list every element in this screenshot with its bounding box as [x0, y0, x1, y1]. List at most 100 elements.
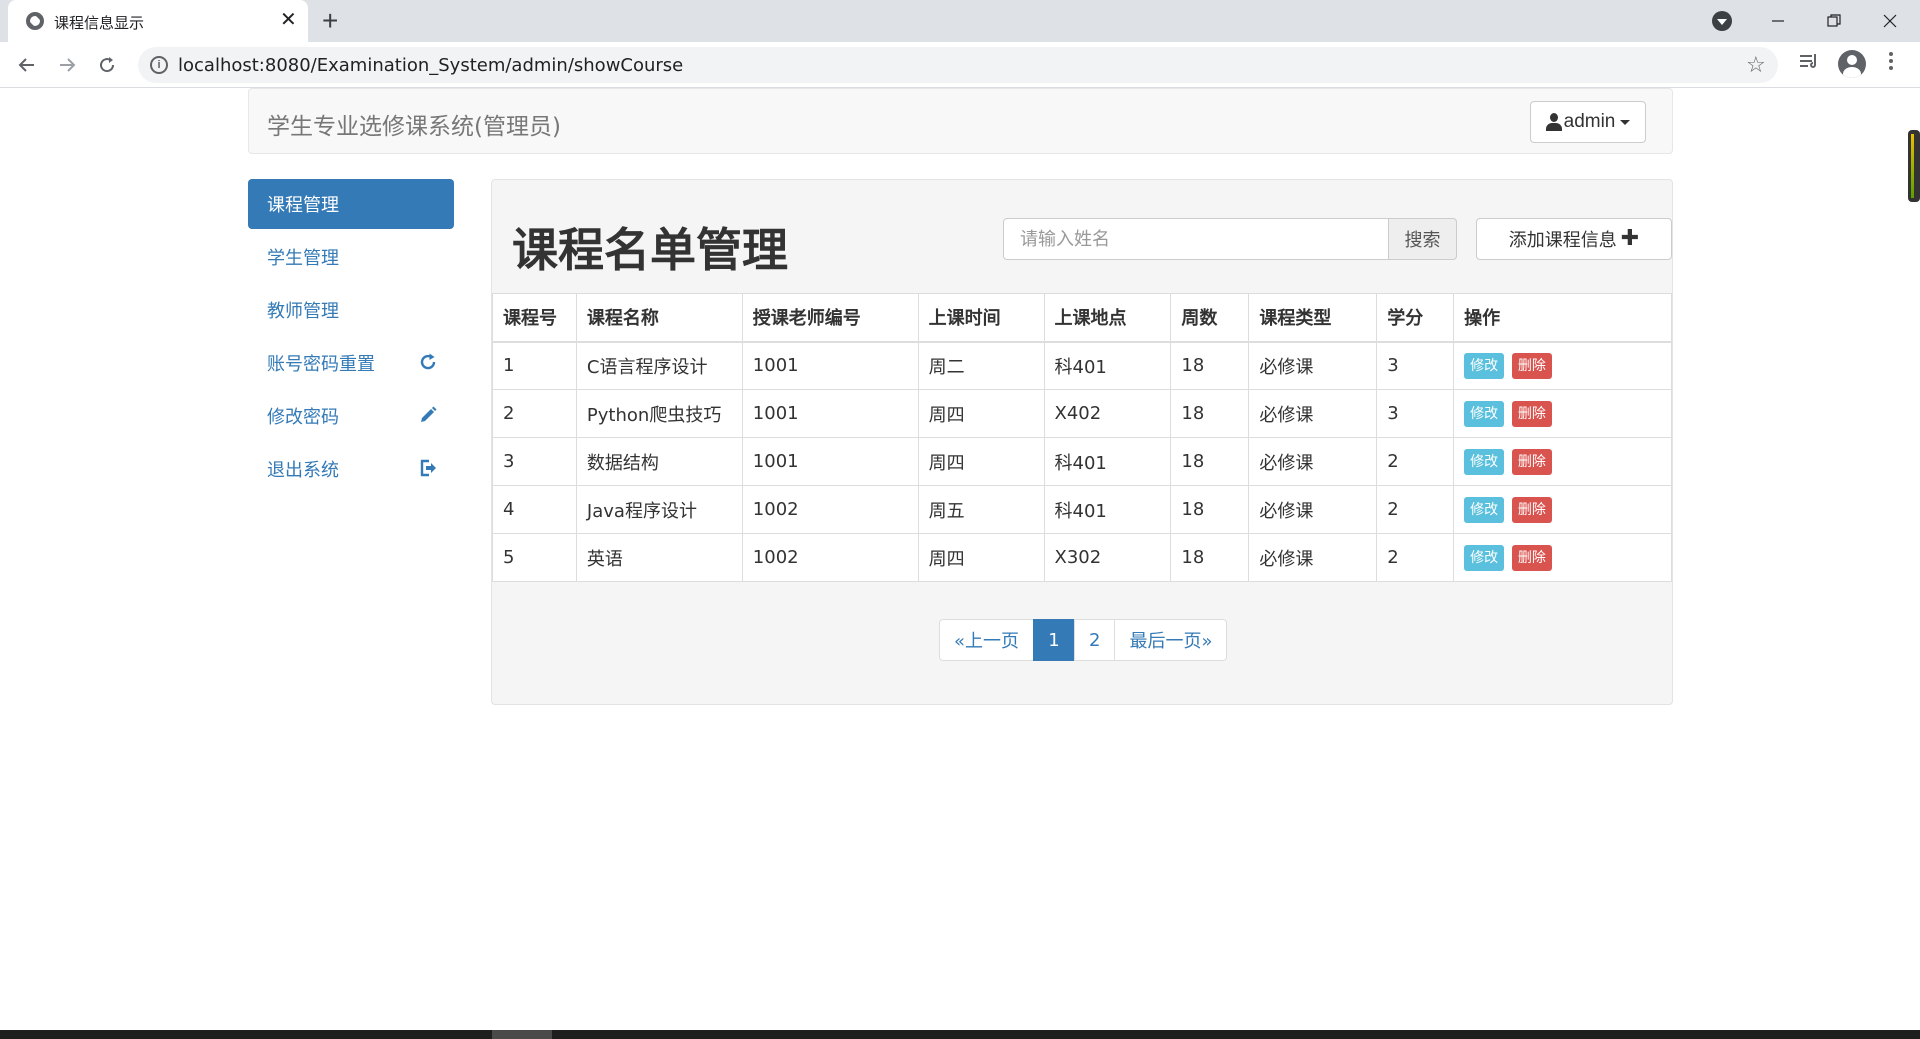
- more-menu-icon[interactable]: [1888, 50, 1894, 78]
- brand-title[interactable]: 学生专业选修课系统(管理员): [267, 107, 561, 141]
- taskbar-item[interactable]: [492, 1030, 552, 1039]
- sidebar-item-label: 退出系统: [267, 460, 339, 481]
- forward-icon[interactable]: [52, 50, 82, 80]
- url-box[interactable]: i localhost:8080/Examination_System/admi…: [138, 47, 1778, 83]
- edit-button[interactable]: 修改: [1464, 400, 1505, 427]
- pencil-icon: [418, 405, 438, 425]
- address-bar: i localhost:8080/Examination_System/admi…: [0, 42, 1920, 88]
- pagination-page-1[interactable]: 1: [1033, 619, 1076, 661]
- table-cell: 18: [1170, 341, 1250, 390]
- column-header: 课程号: [492, 293, 577, 343]
- url-text: localhost:8080/Examination_System/admin/…: [178, 55, 684, 76]
- actions-cell: 修改 删除: [1453, 341, 1672, 390]
- table-cell: 必修课: [1248, 437, 1378, 486]
- delete-button[interactable]: 删除: [1511, 352, 1552, 379]
- pagination-page-2[interactable]: 2: [1074, 619, 1116, 661]
- table-cell: 数据结构: [575, 437, 743, 486]
- table-cell: 2: [1376, 533, 1455, 582]
- table-cell: 必修课: [1248, 485, 1378, 534]
- top-navbar: 学生专业选修课系统(管理员) admin: [248, 88, 1673, 154]
- table-cell: 3: [1376, 341, 1455, 390]
- sidebar-item-teacher-management[interactable]: 教师管理: [248, 285, 454, 335]
- table-cell: 1001: [741, 389, 919, 438]
- new-tab-icon[interactable]: +: [322, 6, 338, 36]
- table-cell: 3: [492, 437, 577, 486]
- admin-dropdown-button[interactable]: admin: [1530, 101, 1646, 143]
- window-close-icon[interactable]: [1862, 0, 1918, 42]
- table-cell: 3: [1376, 389, 1455, 438]
- browser-tab-bar: 课程信息显示 ✕ +: [0, 0, 1920, 42]
- table-cell: 必修课: [1248, 533, 1378, 582]
- table-row: 5 英语 1002 周四 X302 18 必修课 2 修改 删除: [492, 533, 1672, 582]
- table-cell: 18: [1170, 485, 1250, 534]
- table-cell: 必修课: [1248, 341, 1378, 390]
- bookmark-star-icon[interactable]: ☆: [1746, 52, 1766, 78]
- table-cell: 4: [492, 485, 577, 534]
- browser-tab[interactable]: 课程信息显示 ✕: [8, 0, 308, 42]
- search-button[interactable]: 搜索: [1388, 218, 1457, 260]
- edit-button[interactable]: 修改: [1464, 496, 1505, 523]
- column-header: 学分: [1376, 293, 1455, 343]
- sidebar-item-student-management[interactable]: 学生管理: [248, 232, 454, 282]
- sidebar-item-course-management[interactable]: 课程管理: [248, 179, 454, 229]
- delete-button[interactable]: 删除: [1511, 496, 1552, 523]
- table-header-row: 课程号 课程名称 授课老师编号 上课时间 上课地点 周数 课程类型 学分 操作: [492, 293, 1672, 343]
- table-cell: 2: [492, 389, 577, 438]
- tab-search-icon[interactable]: [1712, 11, 1732, 31]
- back-icon[interactable]: [12, 50, 42, 80]
- pagination-last[interactable]: 最后一页»: [1114, 619, 1228, 661]
- column-header: 上课时间: [917, 293, 1045, 343]
- table-cell: C语言程序设计: [575, 341, 743, 390]
- column-header: 上课地点: [1043, 293, 1172, 343]
- table-cell: 英语: [575, 533, 743, 582]
- globe-icon: [26, 12, 44, 30]
- table-cell: 周二: [917, 341, 1045, 390]
- table-cell: 18: [1170, 389, 1250, 438]
- caret-down-icon: [1620, 119, 1631, 125]
- table-row: 2 Python爬虫技巧 1001 周四 X402 18 必修课 3 修改 删除: [492, 389, 1672, 438]
- user-icon: [1545, 113, 1562, 131]
- close-icon[interactable]: ✕: [280, 9, 297, 31]
- add-course-label: 添加课程信息: [1508, 230, 1617, 251]
- course-table: 课程号 课程名称 授课老师编号 上课时间 上课地点 周数 课程类型 学分 操作 …: [492, 293, 1672, 582]
- sidebar-item-logout[interactable]: 退出系统: [248, 444, 454, 494]
- minimize-icon[interactable]: [1750, 0, 1806, 42]
- tab-title: 课程信息显示: [54, 14, 145, 32]
- table-cell: 18: [1170, 533, 1250, 582]
- plus-icon: ✚: [1620, 226, 1640, 251]
- media-control-icon[interactable]: [1798, 50, 1820, 78]
- sidebar-item-password-reset[interactable]: 账号密码重置: [248, 338, 454, 388]
- page-title: 课程名单管理: [512, 223, 788, 277]
- edit-button[interactable]: 修改: [1464, 352, 1505, 379]
- table-cell: 1002: [741, 533, 919, 582]
- pagination: «上一页 1 2 最后一页»: [939, 619, 1228, 661]
- search-group: 搜索: [1003, 218, 1457, 260]
- info-icon[interactable]: i: [150, 56, 168, 74]
- profile-avatar-icon[interactable]: [1838, 50, 1866, 78]
- table-cell: X302: [1043, 533, 1172, 582]
- restore-icon[interactable]: [1806, 0, 1862, 42]
- search-input[interactable]: [1003, 218, 1389, 260]
- sidebar-item-label: 修改密码: [267, 407, 339, 428]
- delete-button[interactable]: 删除: [1511, 544, 1552, 571]
- sidebar-item-label: 账号密码重置: [267, 354, 375, 375]
- main-panel: 课程名单管理 搜索 添加课程信息 ✚ 课程号 课程名称 授课老师编号 上课时间 …: [491, 179, 1673, 705]
- delete-button[interactable]: 删除: [1511, 400, 1552, 427]
- admin-username: admin: [1563, 111, 1616, 132]
- add-course-button[interactable]: 添加课程信息 ✚: [1476, 218, 1672, 260]
- actions-cell: 修改 删除: [1453, 533, 1672, 582]
- edit-button[interactable]: 修改: [1464, 448, 1505, 475]
- reload-icon[interactable]: [92, 50, 122, 80]
- edit-button[interactable]: 修改: [1464, 544, 1505, 571]
- table-cell: 周五: [917, 485, 1045, 534]
- sidebar-item-change-password[interactable]: 修改密码: [248, 391, 454, 441]
- side-panel-handle[interactable]: [1908, 130, 1920, 202]
- pagination-prev[interactable]: «上一页: [939, 619, 1035, 661]
- refresh-icon: [418, 352, 438, 372]
- table-cell: 周四: [917, 437, 1045, 486]
- column-header: 课程类型: [1248, 293, 1378, 343]
- column-header: 课程名称: [575, 293, 743, 343]
- table-cell: 周四: [917, 389, 1045, 438]
- delete-button[interactable]: 删除: [1511, 448, 1552, 475]
- column-header: 周数: [1170, 293, 1250, 343]
